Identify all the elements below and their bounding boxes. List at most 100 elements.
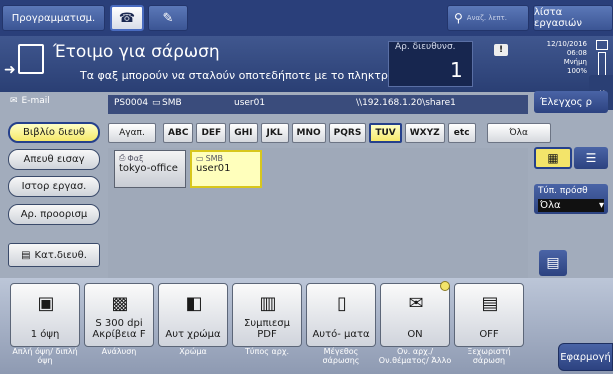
file-type-value: Όλα <box>540 200 561 211</box>
index-tab[interactable]: Όλα <box>486 123 551 143</box>
memory-value: 100% <box>566 67 587 75</box>
status-message: Τα φαξ μπορούν να σταλούν οποτεδήποτε με… <box>80 69 425 82</box>
index-tab[interactable]: Αγαπ. <box>108 123 156 143</box>
status-title: Έτοιμο για σάρωση <box>53 42 220 62</box>
phone-icon: ☎ <box>118 10 136 26</box>
dest-path: \\192.168.1.20\share1 <box>356 98 456 108</box>
grid-view-button[interactable]: ▦ <box>534 147 572 169</box>
index-tab[interactable]: ABC <box>163 123 194 143</box>
grid-view-icon: ▦ <box>547 151 559 165</box>
attention-dot-icon <box>440 281 450 291</box>
function-button[interactable]: ◧ Αυτ χρώμα <box>158 283 228 347</box>
job-history-button[interactable]: Ιστορ εργασ. <box>8 176 100 197</box>
resolution-icon: ▩ <box>111 292 129 314</box>
destination-type: SMB <box>205 154 224 163</box>
dest-number-label: Αρ. προορισμ <box>20 209 88 220</box>
program-button[interactable]: Προγραμματισμ. <box>2 5 105 31</box>
address-book-button[interactable]: Βιβλίο διευθ <box>8 122 100 143</box>
function-button[interactable]: ✉ ON <box>380 283 450 347</box>
category-label: Κατ.διευθ. <box>34 249 87 261</box>
file-type-label: Τύπ. πρόσθ <box>538 186 588 196</box>
direct-input-label: Απευθ εισαγ <box>23 154 85 165</box>
file-type-filter[interactable]: Τύπ. πρόσθ Όλα ▾ <box>534 184 608 214</box>
document-icon <box>18 44 44 74</box>
destination-card[interactable]: ⎙ Φαξ tokyo-office <box>114 150 186 188</box>
note-button[interactable]: ▤ <box>539 250 567 276</box>
onhook-button[interactable]: ✎ <box>148 5 188 31</box>
function-value: OFF <box>479 329 499 340</box>
function-button[interactable]: ▥ Συμπιεσμ PDF <box>232 283 302 347</box>
smb-icon: ▭ <box>152 98 161 108</box>
function-label: Μέγεθος σάρωσης <box>322 347 360 365</box>
function-label: Ανάλυση <box>101 347 137 356</box>
index-tab[interactable]: JKL <box>260 123 289 143</box>
category-button[interactable]: ▤ Κατ.διευθ. <box>8 243 100 267</box>
memory-label: Μνήμη <box>563 58 587 66</box>
destination-count: 1 <box>450 58 463 82</box>
destination-type: Φαξ <box>127 153 144 163</box>
function-label: Απλή όψη/ διπλή όψη <box>12 347 78 365</box>
job-list-label: λίστα εργασιών <box>534 7 582 29</box>
destination-card[interactable]: ▭ SMB user01 <box>190 150 262 188</box>
dest-user: user01 <box>234 98 266 108</box>
search-icon: ⚲ <box>454 11 463 25</box>
duplex-icon: ▣ <box>37 292 55 314</box>
detail-search-button[interactable]: ⚲ Αναζ. λεπτ. <box>447 5 529 31</box>
list-view-button[interactable]: ☰ <box>574 147 608 169</box>
destination-info-bar: PS0004 ▭ SMB user01 \\192.168.1.20\share… <box>108 95 528 114</box>
direct-input-button[interactable]: Απευθ εισαγ <box>8 149 100 170</box>
address-book-icon: ▤ <box>21 249 31 261</box>
job-history-label: Ιστορ εργασ. <box>21 181 87 192</box>
address-book-label: Βιβλίο διευθ <box>22 127 86 138</box>
index-tab[interactable]: TUV <box>369 123 402 143</box>
function-value: Αυτ χρώμα <box>165 329 221 340</box>
function-label: Ξεχωριστή σάρωση <box>467 347 511 365</box>
function-label: Χρώμα <box>179 347 207 356</box>
dest-type: SMB <box>162 98 182 108</box>
destination-count-label: Αρ. διευθυνσ. <box>395 42 456 52</box>
function-button[interactable]: ▩ S 300 dpi Ακρίβεια F <box>84 283 154 347</box>
check-settings-button[interactable]: Έλεγχος ρ <box>534 91 608 113</box>
function-button[interactable]: ▯ Αυτό- ματα <box>306 283 376 347</box>
function-button[interactable]: ▤ OFF <box>454 283 524 347</box>
index-tabs: Αγαπ. ABC DEF GHI JKL MNO PQRS TUV WXYZ etc Όλα <box>108 123 551 145</box>
job-list-button[interactable]: λίστα εργασιών <box>533 5 613 31</box>
email-mode-tab[interactable]: ✉ E-mail <box>10 92 70 110</box>
phone-hook-button[interactable]: ☎ <box>110 5 144 31</box>
index-tab[interactable]: GHI <box>229 123 258 143</box>
function-value: Αυτό- ματα <box>312 329 370 340</box>
destination-name: tokyo-office <box>119 163 178 174</box>
index-tab[interactable]: MNO <box>291 123 326 143</box>
color-icon: ◧ <box>185 292 203 314</box>
file-type-select[interactable]: Όλα ▾ <box>538 199 604 212</box>
envelope-icon: ✉ <box>10 96 18 106</box>
program-label: Προγραμματισμ. <box>11 12 96 24</box>
warning-icon[interactable]: ! <box>494 44 508 56</box>
check-settings-label: Έλεγχος ρ <box>540 96 592 108</box>
function-value: 1 όψη <box>30 329 60 340</box>
list-view-icon: ☰ <box>585 151 597 165</box>
function-value: Συμπιεσμ PDF <box>244 318 290 340</box>
function-value: ON <box>407 329 423 340</box>
dest-id: PS0004 <box>114 98 149 108</box>
index-tab[interactable]: etc <box>447 123 476 143</box>
search-label: Αναζ. λεπτ. <box>466 14 507 22</box>
function-label: Ον. αρχ./ Ον.θέματος/ Άλλο <box>378 347 452 365</box>
dest-number-button[interactable]: Αρ. προορισμ <box>8 204 100 225</box>
time: 06:08 <box>566 49 587 57</box>
smb-icon: ▭ <box>196 154 204 163</box>
pen-icon: ✎ <box>162 10 174 26</box>
storage-icon <box>596 40 608 50</box>
fax-icon: ⎙ <box>119 153 126 162</box>
index-tab[interactable]: DEF <box>196 123 227 143</box>
view-toggle: ▦ ☰ <box>534 147 608 169</box>
scan-size-icon: ▯ <box>337 292 347 314</box>
apply-button[interactable]: Εφαρμογή <box>558 343 613 371</box>
function-value: S 300 dpi Ακρίβεια F <box>92 318 146 340</box>
index-tab[interactable]: PQRS <box>328 123 367 143</box>
filename-icon: ✉ <box>408 292 424 314</box>
email-mode-label: E-mail <box>21 96 50 106</box>
dropdown-arrow-icon: ▾ <box>598 200 604 211</box>
function-button[interactable]: ▣ 1 όψη <box>10 283 80 347</box>
index-tab[interactable]: WXYZ <box>404 123 445 143</box>
